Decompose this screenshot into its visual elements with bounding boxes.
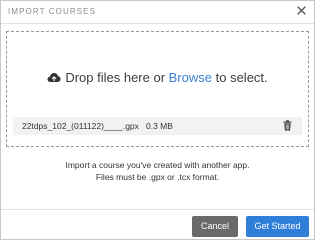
upload-cloud-icon (47, 73, 61, 82)
cancel-button[interactable]: Cancel (192, 216, 238, 237)
file-list-item: 22tdps_102_(011122)____.gpx 0.3 MB (13, 117, 302, 135)
import-info: Import a course you've created with anot… (1, 159, 314, 183)
info-line-1: Import a course you've created with anot… (65, 160, 250, 170)
dialog-header: IMPORT COURSES (1, 1, 314, 24)
dialog-title: IMPORT COURSES (8, 7, 97, 16)
file-size: 0.3 MB (146, 121, 173, 131)
drop-text-before: Drop files here or (65, 70, 169, 85)
drop-instructions: Drop files here or Browse to select. (7, 70, 308, 85)
get-started-button[interactable]: Get Started (246, 216, 309, 237)
file-name: 22tdps_102_(011122)____.gpx (22, 121, 139, 131)
drop-text-after: to select. (212, 70, 268, 85)
close-icon[interactable] (296, 5, 307, 16)
trash-icon[interactable] (283, 120, 292, 131)
dialog-footer: Cancel Get Started (1, 209, 314, 240)
info-line-2: Files must be .gpx or .tcx format. (95, 172, 220, 182)
browse-link[interactable]: Browse (169, 70, 212, 85)
file-dropzone[interactable]: Drop files here or Browse to select. 22t… (6, 31, 309, 147)
import-courses-dialog: IMPORT COURSES Drop files here or Browse… (0, 0, 315, 240)
